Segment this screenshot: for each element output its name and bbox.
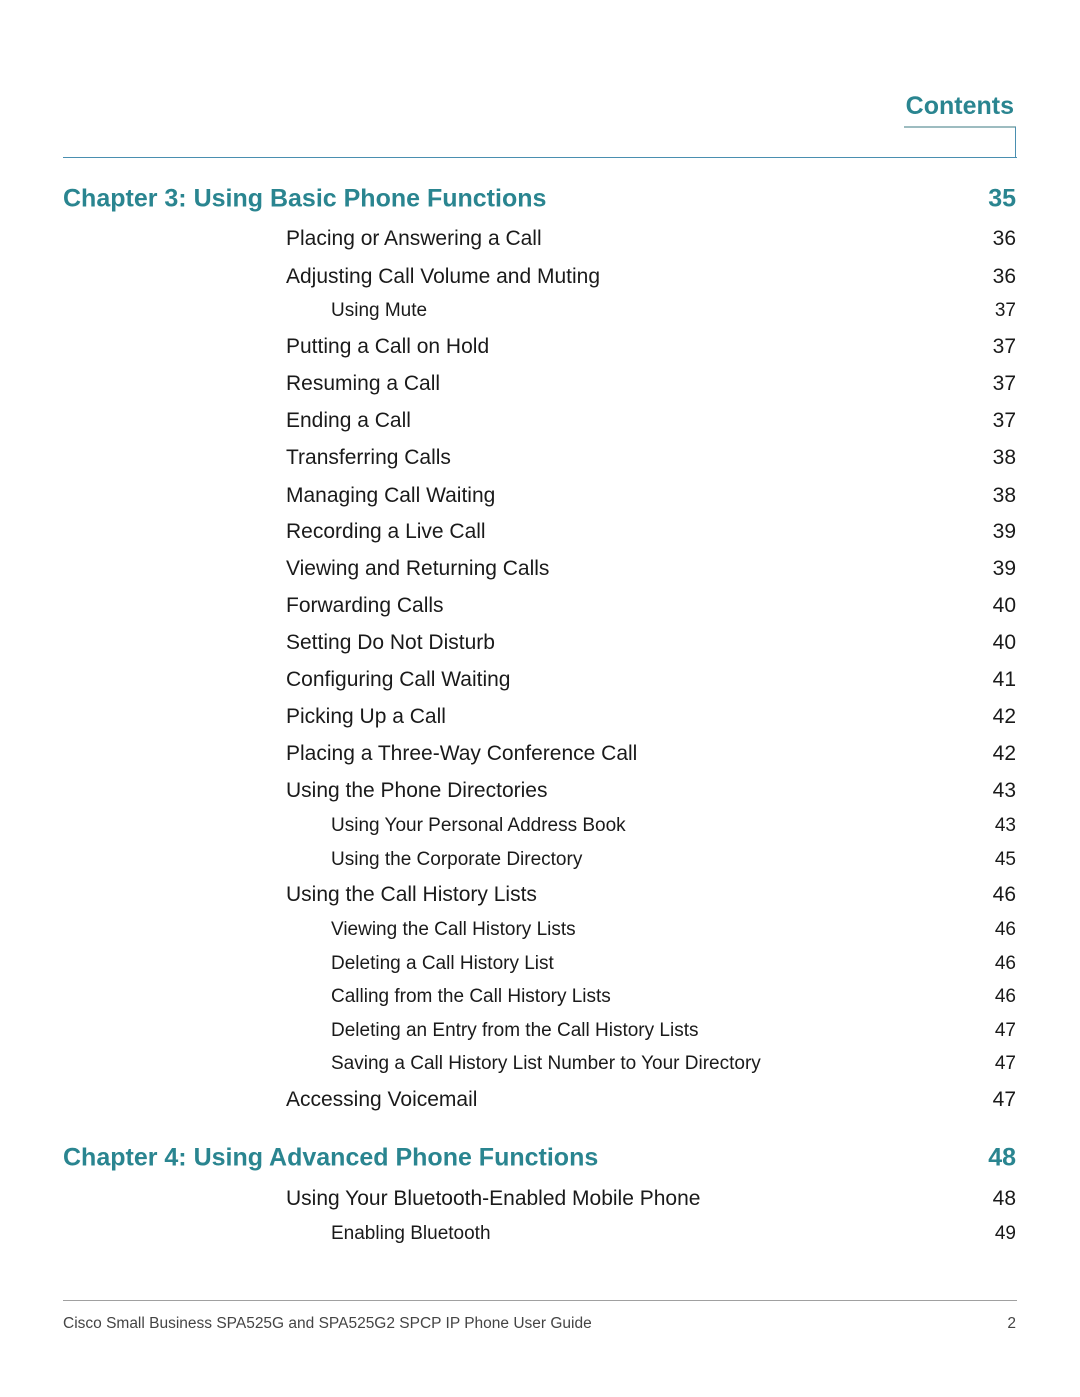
toc-entry[interactable]: Managing Call Waiting 38: [0, 481, 1080, 511]
toc-entry[interactable]: Saving a Call History List Number to You…: [0, 1049, 1080, 1079]
toc-entry[interactable]: Transferring Calls 38: [0, 443, 1080, 473]
toc-entry[interactable]: Using Your Personal Address Book 43: [0, 811, 1080, 841]
toc-entry-title[interactable]: Resuming a Call: [286, 372, 440, 396]
toc-entry-title[interactable]: Viewing and Returning Calls: [286, 557, 549, 581]
toc-entry-page[interactable]: 46: [995, 986, 1016, 1008]
header-tab-edge: [1015, 127, 1016, 158]
toc-entry-page[interactable]: 47: [993, 1088, 1016, 1112]
toc-entry-title[interactable]: Deleting an Entry from the Call History …: [331, 1020, 698, 1042]
toc-entry-page[interactable]: 37: [993, 372, 1016, 396]
toc-entry-page[interactable]: 45: [995, 849, 1016, 871]
toc-entry[interactable]: Deleting an Entry from the Call History …: [0, 1016, 1080, 1046]
toc-entry-title[interactable]: Ending a Call: [286, 409, 411, 433]
toc-entry[interactable]: Resuming a Call 37: [0, 369, 1080, 399]
toc-entry-title[interactable]: Picking Up a Call: [286, 705, 446, 729]
toc-entry-page[interactable]: 46: [995, 953, 1016, 975]
toc-entry-page[interactable]: 43: [995, 815, 1016, 837]
toc-entry[interactable]: Picking Up a Call 42: [0, 702, 1080, 732]
toc-entry-page[interactable]: 39: [993, 520, 1016, 544]
toc-entry-title[interactable]: Viewing the Call History Lists: [331, 919, 576, 941]
toc-entry[interactable]: Placing or Answering a Call 36: [0, 224, 1080, 254]
toc-entry-page[interactable]: 40: [993, 631, 1016, 655]
toc-entry-title[interactable]: Using Your Personal Address Book: [331, 815, 626, 837]
toc-entry-title[interactable]: Calling from the Call History Lists: [331, 986, 611, 1008]
toc-entry-title[interactable]: Using Mute: [331, 300, 427, 322]
toc-entry-page[interactable]: 43: [993, 779, 1016, 803]
toc-entry-page[interactable]: 38: [993, 484, 1016, 508]
toc-entry-title[interactable]: Managing Call Waiting: [286, 484, 495, 508]
footer-rule: [63, 1300, 1017, 1301]
toc-chapter-entry[interactable]: Chapter 3: Using Basic Phone Functions 35: [0, 184, 1080, 214]
toc-entry-page[interactable]: 39: [993, 557, 1016, 581]
footer-page-number: 2: [1007, 1315, 1016, 1332]
toc-entry-title[interactable]: Deleting a Call History List: [331, 953, 554, 975]
toc-entry-title[interactable]: Using the Phone Directories: [286, 779, 547, 803]
toc-entry-page[interactable]: 42: [993, 705, 1016, 729]
toc-entry[interactable]: Using Your Bluetooth-Enabled Mobile Phon…: [0, 1184, 1080, 1214]
toc-entry-title[interactable]: Using Your Bluetooth-Enabled Mobile Phon…: [286, 1187, 700, 1211]
toc-entry-page[interactable]: 40: [993, 594, 1016, 618]
toc-entry[interactable]: Viewing and Returning Calls 39: [0, 554, 1080, 584]
toc-entry-title[interactable]: Adjusting Call Volume and Muting: [286, 265, 600, 289]
toc-entry-title[interactable]: Chapter 4: Using Advanced Phone Function…: [63, 1144, 598, 1173]
toc-entry-page[interactable]: 38: [993, 446, 1016, 470]
toc-entry[interactable]: Setting Do Not Disturb 40: [0, 628, 1080, 658]
toc-entry-title[interactable]: Forwarding Calls: [286, 594, 444, 618]
toc-entry-page[interactable]: 49: [995, 1223, 1016, 1245]
toc-entry-page[interactable]: 42: [993, 742, 1016, 766]
toc-entry-title[interactable]: Placing or Answering a Call: [286, 227, 542, 251]
toc-entry[interactable]: Enabling Bluetooth 49: [0, 1219, 1080, 1249]
toc-entry[interactable]: Adjusting Call Volume and Muting 36: [0, 262, 1080, 292]
toc-entry-title[interactable]: Setting Do Not Disturb: [286, 631, 495, 655]
toc-entry-title[interactable]: Recording a Live Call: [286, 520, 486, 544]
page-title: Contents: [905, 92, 1014, 120]
toc-entry[interactable]: Ending a Call 37: [0, 406, 1080, 436]
header-tab-line: [904, 126, 1016, 128]
toc-entry-title[interactable]: Configuring Call Waiting: [286, 668, 511, 692]
toc-entry[interactable]: Forwarding Calls 40: [0, 591, 1080, 621]
footer-title: Cisco Small Business SPA525G and SPA525G…: [63, 1315, 592, 1332]
toc-entry-title[interactable]: Transferring Calls: [286, 446, 451, 470]
toc-entry-page[interactable]: 41: [993, 668, 1016, 692]
header-rule: [63, 157, 1017, 158]
toc-entry[interactable]: Using the Call History Lists 46: [0, 880, 1080, 910]
toc-entry[interactable]: Accessing Voicemail 47: [0, 1085, 1080, 1115]
toc-entry-page[interactable]: 46: [995, 919, 1016, 941]
toc-entry[interactable]: Deleting a Call History List 46: [0, 949, 1080, 979]
toc-entry-title[interactable]: Placing a Three-Way Conference Call: [286, 742, 637, 766]
toc-entry[interactable]: Viewing the Call History Lists 46: [0, 915, 1080, 945]
toc-entry[interactable]: Calling from the Call History Lists 46: [0, 982, 1080, 1012]
toc-entry-page[interactable]: 47: [995, 1053, 1016, 1075]
toc-chapter-entry[interactable]: Chapter 4: Using Advanced Phone Function…: [0, 1143, 1080, 1173]
toc-entry-page[interactable]: 36: [993, 265, 1016, 289]
toc-entry-title[interactable]: Putting a Call on Hold: [286, 335, 489, 359]
toc-entry-page[interactable]: 48: [988, 1144, 1016, 1173]
toc-entry[interactable]: Recording a Live Call 39: [0, 517, 1080, 547]
toc-entry-title[interactable]: Accessing Voicemail: [286, 1088, 477, 1112]
toc-entry-title[interactable]: Saving a Call History List Number to You…: [331, 1053, 761, 1075]
toc-entry[interactable]: Using Mute 37: [0, 296, 1080, 326]
toc-entry-page[interactable]: 48: [993, 1187, 1016, 1211]
toc-entry-title[interactable]: Chapter 3: Using Basic Phone Functions: [63, 185, 546, 214]
toc-entry-title[interactable]: Using the Corporate Directory: [331, 849, 582, 871]
toc-entry-page[interactable]: 37: [993, 409, 1016, 433]
toc-entry-title[interactable]: Using the Call History Lists: [286, 883, 537, 907]
toc-entry-page[interactable]: 37: [993, 335, 1016, 359]
toc-entry[interactable]: Placing a Three-Way Conference Call 42: [0, 739, 1080, 769]
toc-entry[interactable]: Putting a Call on Hold 37: [0, 332, 1080, 362]
toc-entry[interactable]: Using the Corporate Directory 45: [0, 845, 1080, 875]
toc-entry-page[interactable]: 36: [993, 227, 1016, 251]
toc-entry[interactable]: Using the Phone Directories 43: [0, 776, 1080, 806]
toc-entry-page[interactable]: 37: [995, 300, 1016, 322]
toc-entry-page[interactable]: 47: [995, 1020, 1016, 1042]
toc-entry[interactable]: Configuring Call Waiting 41: [0, 665, 1080, 695]
toc-entry-page[interactable]: 46: [993, 883, 1016, 907]
toc-entry-title[interactable]: Enabling Bluetooth: [331, 1223, 491, 1245]
toc-entry-page[interactable]: 35: [988, 185, 1016, 214]
